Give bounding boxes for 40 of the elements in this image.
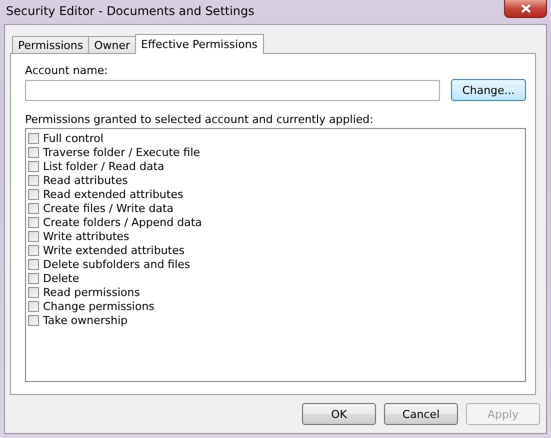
checkbox[interactable] <box>28 132 39 144</box>
permission-label: Write attributes <box>43 230 130 242</box>
checkbox[interactable] <box>28 146 39 158</box>
checkbox[interactable] <box>28 272 39 284</box>
dialog-button[interactable]: OK <box>302 403 376 425</box>
permission-label: Traverse folder / Execute file <box>43 146 200 158</box>
permission-label: Delete <box>43 272 80 284</box>
permission-label: Write extended attributes <box>43 244 185 256</box>
permission-label: List folder / Read data <box>43 160 164 172</box>
permission-label: Change permissions <box>43 300 154 312</box>
checkbox[interactable] <box>28 286 39 298</box>
field-label: Account name: <box>25 64 109 77</box>
checkbox[interactable] <box>28 174 39 186</box>
permission-label: Create folders / Append data <box>43 216 202 228</box>
permission-label: Read attributes <box>43 174 128 186</box>
tab[interactable]: Permissions <box>12 36 90 53</box>
account-name-field[interactable] <box>25 80 440 100</box>
close-icon <box>520 4 530 13</box>
permission-label: Delete subfolders and files <box>43 258 190 270</box>
checkbox[interactable] <box>28 258 39 270</box>
checkbox[interactable] <box>28 244 39 256</box>
checkbox[interactable] <box>28 188 39 200</box>
checkbox[interactable] <box>28 160 39 172</box>
checkbox[interactable] <box>28 216 39 228</box>
window-title: Security Editor - Documents and Settings <box>6 4 254 18</box>
permission-label: Create files / Write data <box>43 202 174 214</box>
permission-label: Take ownership <box>43 314 128 326</box>
permission-label: Read permissions <box>43 286 140 298</box>
close-button[interactable] <box>504 0 547 18</box>
permission-label: Read extended attributes <box>43 188 184 200</box>
checkbox[interactable] <box>28 314 39 326</box>
permission-label: Full control <box>43 132 104 144</box>
dialog-button[interactable]: Cancel <box>384 403 458 425</box>
tab[interactable]: Effective Permissions <box>134 34 264 54</box>
checkbox[interactable] <box>28 202 39 214</box>
checkbox[interactable] <box>28 300 39 312</box>
tab[interactable]: Owner <box>88 36 136 53</box>
change-button[interactable]: Change... <box>451 79 526 101</box>
checkbox[interactable] <box>28 230 39 242</box>
list-label: Permissions granted to selected account and currently applied: <box>25 113 374 126</box>
